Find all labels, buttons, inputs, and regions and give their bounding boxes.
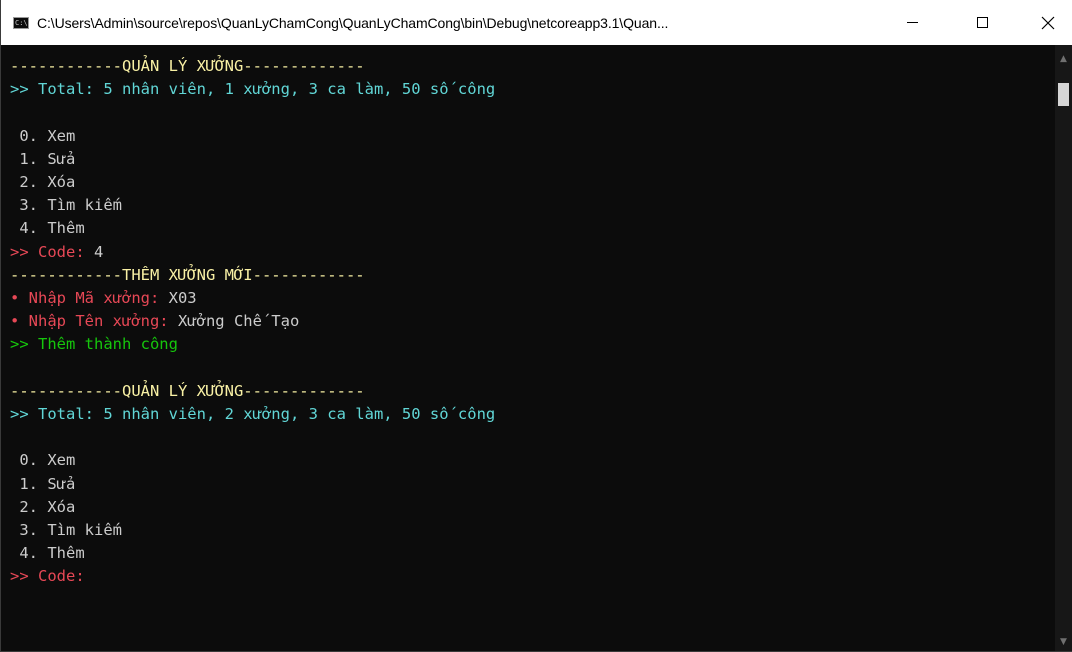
console-line: >> Code: 4 xyxy=(10,241,103,264)
console-text-segment: X03 xyxy=(168,289,197,307)
console-line: 0. Xem xyxy=(10,126,76,145)
console-line: 3. Tìm kiếm xyxy=(10,196,122,215)
minimize-button[interactable] xyxy=(889,0,935,45)
console-text-segment: Xưởng Chế Tạo xyxy=(177,312,300,331)
console-line: 4. Thêm xyxy=(10,219,85,238)
maximize-icon xyxy=(976,17,988,28)
console-app-icon: C:\ xyxy=(13,16,29,29)
vertical-scrollbar[interactable]: ▲ ▼ xyxy=(1055,45,1072,651)
console-line: • Nhập Tên xưởng: Xưởng Chế Tạo xyxy=(10,310,299,333)
console-text-segment: 4 xyxy=(94,242,104,261)
console-line: 2. Xóa xyxy=(10,173,76,191)
console-line: ------------QUẢN LÝ XƯỞNG------------- xyxy=(10,381,365,400)
console-line: 2. Xóa xyxy=(10,497,76,516)
console-line: 4. Thêm xyxy=(10,544,85,563)
console-line: 0. Xem xyxy=(10,451,76,470)
console-text-segment: • Nhập Tên xưởng: xyxy=(10,312,178,331)
minimize-icon xyxy=(906,22,918,23)
console-line: • Nhập Mã xưởng: X03 xyxy=(10,287,197,310)
console-window: C:\ C:\Users\Admin\source\repos\QuanLyCh… xyxy=(0,0,1072,652)
console-line: 3. Tìm kiếm xyxy=(10,521,122,539)
window-title: C:\Users\Admin\source\repos\QuanLyChamCo… xyxy=(37,14,669,31)
console-line: >> Total: 5 nhân viên, 1 xưởng, 3 ca làm… xyxy=(10,80,496,99)
scrollbar-thumb[interactable] xyxy=(1058,83,1069,106)
console-line: ------------THÊM XƯỞNG MỚI------------ xyxy=(10,265,365,284)
title-bar[interactable]: C:\ C:\Users\Admin\source\repos\QuanLyCh… xyxy=(1,0,1072,45)
console-line: >> Thêm thành công xyxy=(10,335,178,354)
console-text-segment: • Nhập Mã xưởng: xyxy=(10,289,169,307)
scroll-up-arrow-icon[interactable]: ▲ xyxy=(1055,50,1072,67)
console-line: 1. Sửa xyxy=(10,149,76,168)
scroll-down-arrow-icon[interactable]: ▼ xyxy=(1055,633,1072,650)
console-text-segment: >> Code: xyxy=(10,567,94,586)
console-line: ------------QUẢN LÝ XƯỞNG------------- xyxy=(10,57,365,75)
console-line: 1. Sửa xyxy=(10,474,76,493)
console-line: >> Total: 5 nhân viên, 2 xưởng, 3 ca làm… xyxy=(10,405,496,423)
console-line: >> Code: xyxy=(10,565,94,588)
console-text-segment: >> Code: xyxy=(10,242,94,261)
maximize-button[interactable] xyxy=(959,0,1005,45)
close-icon xyxy=(1041,16,1055,29)
console-output[interactable]: ------------QUẢN LÝ XƯỞNG------------- >>… xyxy=(1,45,1055,651)
close-button[interactable] xyxy=(1025,0,1071,45)
